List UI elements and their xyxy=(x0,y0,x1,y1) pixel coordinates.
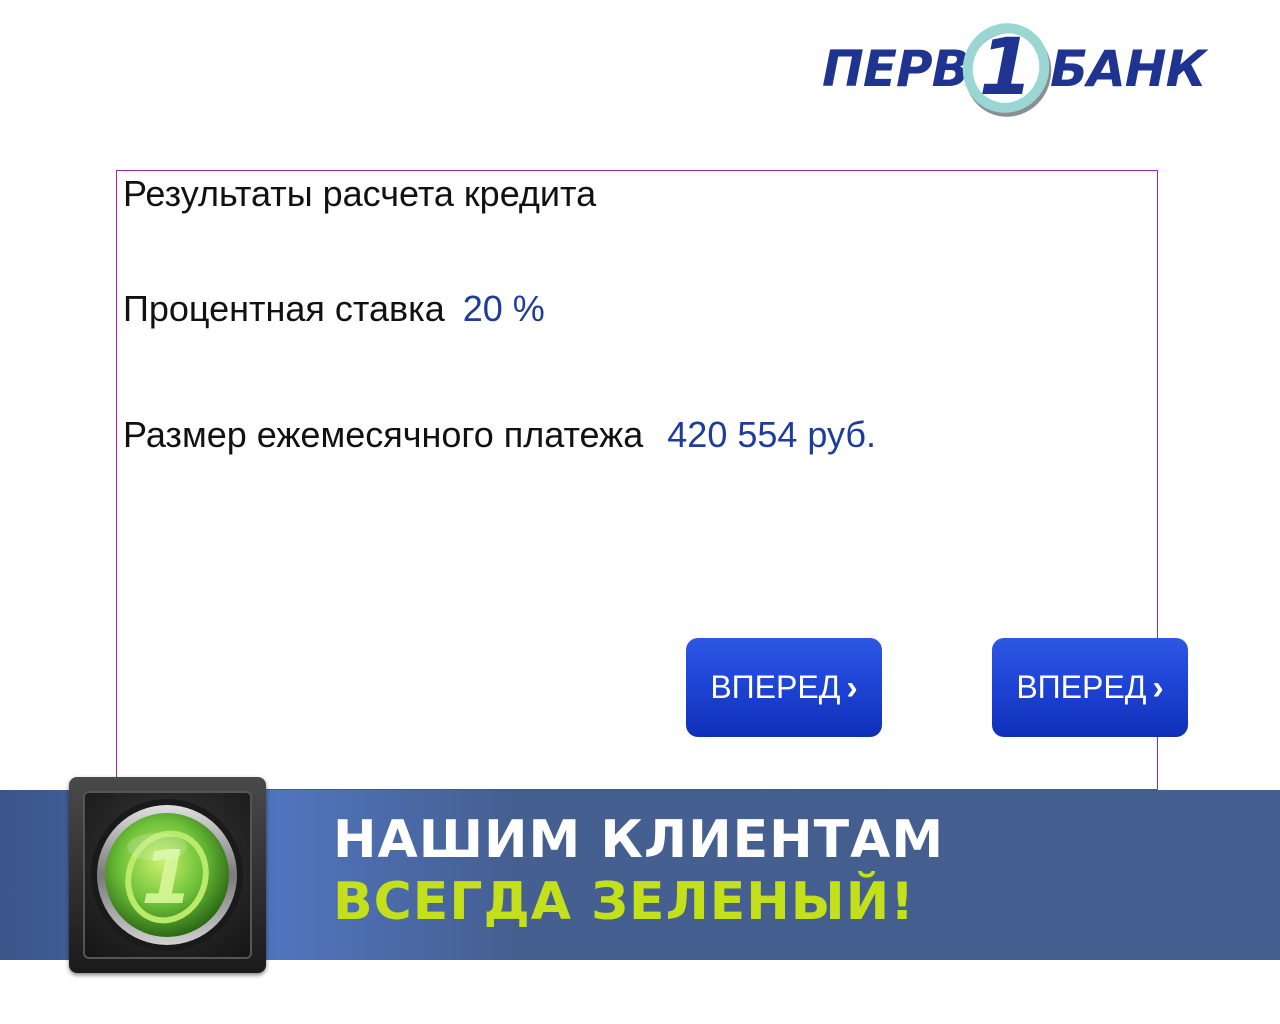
forward-button-1-label: ВПЕРЕД xyxy=(710,669,841,705)
logo-one-icon: 1 xyxy=(962,23,1052,117)
payment-label: Размер ежемесячного платежа xyxy=(123,414,644,455)
results-title: Результаты расчета кредита xyxy=(123,173,597,214)
chevron-right-icon: › xyxy=(1152,668,1164,707)
forward-button-2[interactable]: ВПЕРЕД › xyxy=(992,638,1188,737)
banner-line-1: НАШИМ КЛИЕНТАМ xyxy=(333,810,945,870)
logo-text-right: БАНК xyxy=(1050,40,1207,98)
rate-label: Процентная ставка xyxy=(123,288,445,329)
green-light-icon: 1 xyxy=(91,799,243,951)
rate-value: 20 % xyxy=(462,288,545,329)
atm-screen: ПЕРВ 1 БАНК Результаты расчета кредита П… xyxy=(0,0,1280,1024)
logo-text-left: ПЕРВ xyxy=(822,40,970,98)
forward-button-1[interactable]: ВПЕРЕД › xyxy=(686,638,882,737)
rate-row: Процентная ставка 20 % xyxy=(123,289,545,329)
traffic-light-icon: 1 xyxy=(69,777,266,973)
forward-button-2-label: ВПЕРЕД xyxy=(1016,669,1147,705)
payment-value: 420 554 руб. xyxy=(667,414,877,455)
chevron-right-icon: › xyxy=(846,668,858,707)
banner-line-2: ВСЕГДА ЗЕЛЕНЫЙ! xyxy=(333,872,915,932)
payment-row: Размер ежемесячного платежа 420 554 руб. xyxy=(123,415,876,455)
bank-logo: ПЕРВ 1 БАНК xyxy=(820,22,1207,117)
logo-digit: 1 xyxy=(979,23,1033,113)
